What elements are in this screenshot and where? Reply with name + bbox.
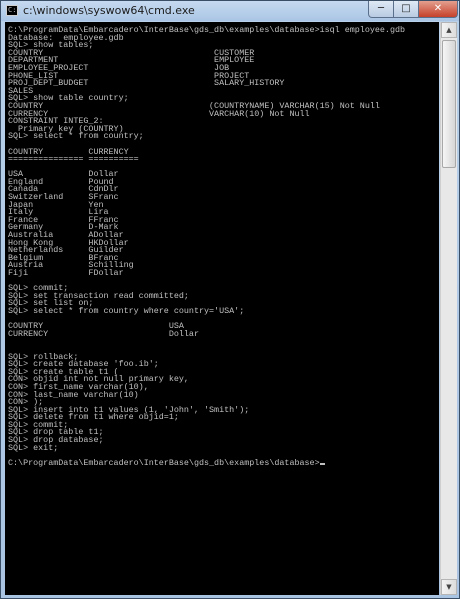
console-line: SQL> exit; [8,442,59,453]
console-line: SQL> select * from country where country… [8,305,245,316]
title-bar[interactable]: C:\ c:\windows\syswow64\cmd.exe ─ □ ✕ [1,1,459,21]
window-title: c:\windows\syswow64\cmd.exe [23,4,195,17]
maximize-button[interactable]: □ [394,1,419,18]
console-line: PROJ_DEPT_BUDGET SALARY_HISTORY [8,78,285,89]
console-text: C:\ProgramData\Embarcadero\InterBase\gds… [5,22,439,467]
vertical-scrollbar[interactable]: ▲ ▼ [440,22,457,595]
cmd-window: C:\ c:\windows\syswow64\cmd.exe ─ □ ✕ C:… [0,0,460,599]
scroll-down-button[interactable]: ▼ [441,579,457,595]
console-line: C:\ProgramData\Embarcadero\InterBase\gds… [8,457,320,468]
console-line: CURRENCY Dollar [8,328,199,339]
console-line: =============== ========== [8,154,139,165]
cmd-app-icon-label: C:\ [8,6,21,14]
console-line: Fiji FDollar [8,268,124,278]
console-line: SQL> select * from country; [8,131,144,142]
close-button[interactable]: ✕ [419,1,458,18]
text-cursor [319,462,325,465]
scroll-up-button[interactable]: ▲ [441,22,457,38]
console-output[interactable]: C:\ProgramData\Embarcadero\InterBase\gds… [5,22,439,595]
scrollbar-thumb[interactable] [442,40,456,168]
minimize-button[interactable]: ─ [368,1,394,18]
cmd-app-icon[interactable]: C:\ [6,5,21,16]
